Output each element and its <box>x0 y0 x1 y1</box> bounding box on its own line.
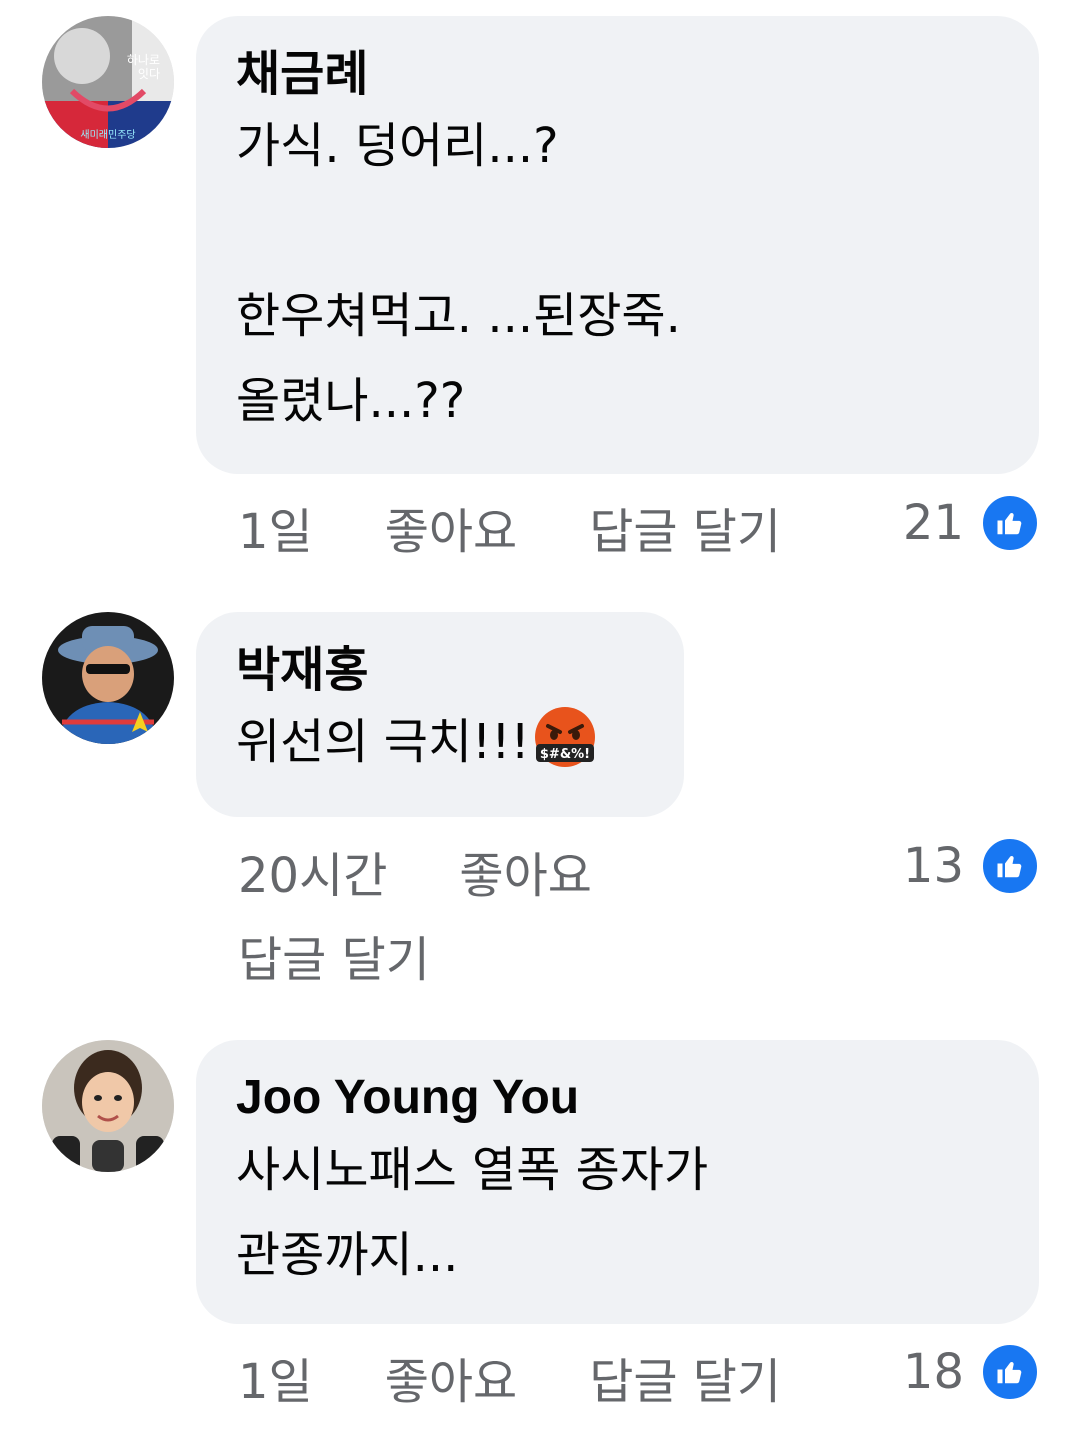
comment-author[interactable]: 채금례 <box>236 44 999 104</box>
like-button[interactable]: 좋아요 <box>385 1352 517 1412</box>
comment-author[interactable]: 박재홍 <box>236 640 644 700</box>
avatar-image <box>42 1040 174 1172</box>
avatar-image: 하나로 잇다 새미래민주당 <box>42 16 174 148</box>
avatar-image <box>42 612 174 744</box>
svg-text:하나로: 하나로 <box>127 53 160 67</box>
reply-button[interactable]: 답글 달기 <box>238 930 430 990</box>
avatar[interactable]: 하나로 잇다 새미래민주당 <box>42 16 174 148</box>
thumbs-up-icon <box>980 836 1040 896</box>
comment-bubble: 채금례 가식. 덩어리...? 한우쳐먹고. ...된장죽. 올렸나...?? <box>196 16 1039 474</box>
comment-bubble: Joo Young You 사시노패스 열폭 종자가 관종까지... <box>196 1040 1039 1324</box>
svg-text:$#&%!: $#&%! <box>540 747 590 762</box>
reaction-count: 21 <box>902 495 964 551</box>
comment-time[interactable]: 20시간 <box>238 846 387 906</box>
reaction-count: 18 <box>902 1344 964 1400</box>
face-with-symbols-on-mouth-icon: $#&%! <box>534 707 595 767</box>
reaction-count: 13 <box>902 838 964 894</box>
avatar[interactable] <box>42 612 174 744</box>
svg-text:새미래민주당: 새미래민주당 <box>80 129 135 141</box>
comment-actions: 1일 좋아요 답글 달기 <box>238 1352 781 1412</box>
comment-actions: 1일 좋아요 답글 달기 <box>238 502 781 562</box>
comment-bubble: 박재홍 위선의 극치!!! $#&%! <box>196 612 684 817</box>
comment-text: 사시노패스 열폭 종자가 관종까지... <box>236 1142 709 1283</box>
avatar[interactable] <box>42 1040 174 1172</box>
reply-button[interactable]: 답글 달기 <box>589 502 781 562</box>
comment-author[interactable]: Joo Young You <box>236 1068 999 1128</box>
thumbs-up-icon <box>980 493 1040 553</box>
reply-button[interactable]: 답글 달기 <box>589 1352 781 1412</box>
comment-actions-row2: 답글 달기 <box>238 930 430 990</box>
reaction-summary[interactable]: 18 <box>903 1342 1040 1402</box>
comment-time[interactable]: 1일 <box>238 1352 313 1412</box>
comment-text-content: 위선의 극치!!! <box>236 714 530 770</box>
thumbs-up-icon <box>980 1342 1040 1402</box>
reaction-summary[interactable]: 21 <box>903 493 1040 553</box>
comment-time[interactable]: 1일 <box>238 502 313 562</box>
reaction-summary[interactable]: 13 <box>903 836 1040 896</box>
like-button[interactable]: 좋아요 <box>459 846 591 906</box>
like-button[interactable]: 좋아요 <box>385 502 517 562</box>
comment-actions: 20시간 좋아요 <box>238 846 592 906</box>
comment-text: 가식. 덩어리...? 한우쳐먹고. ...된장죽. 올렸나...?? <box>236 118 681 429</box>
comment-text: 위선의 극치!!! $#&%! <box>236 700 644 785</box>
svg-text:잇다: 잇다 <box>138 67 160 81</box>
